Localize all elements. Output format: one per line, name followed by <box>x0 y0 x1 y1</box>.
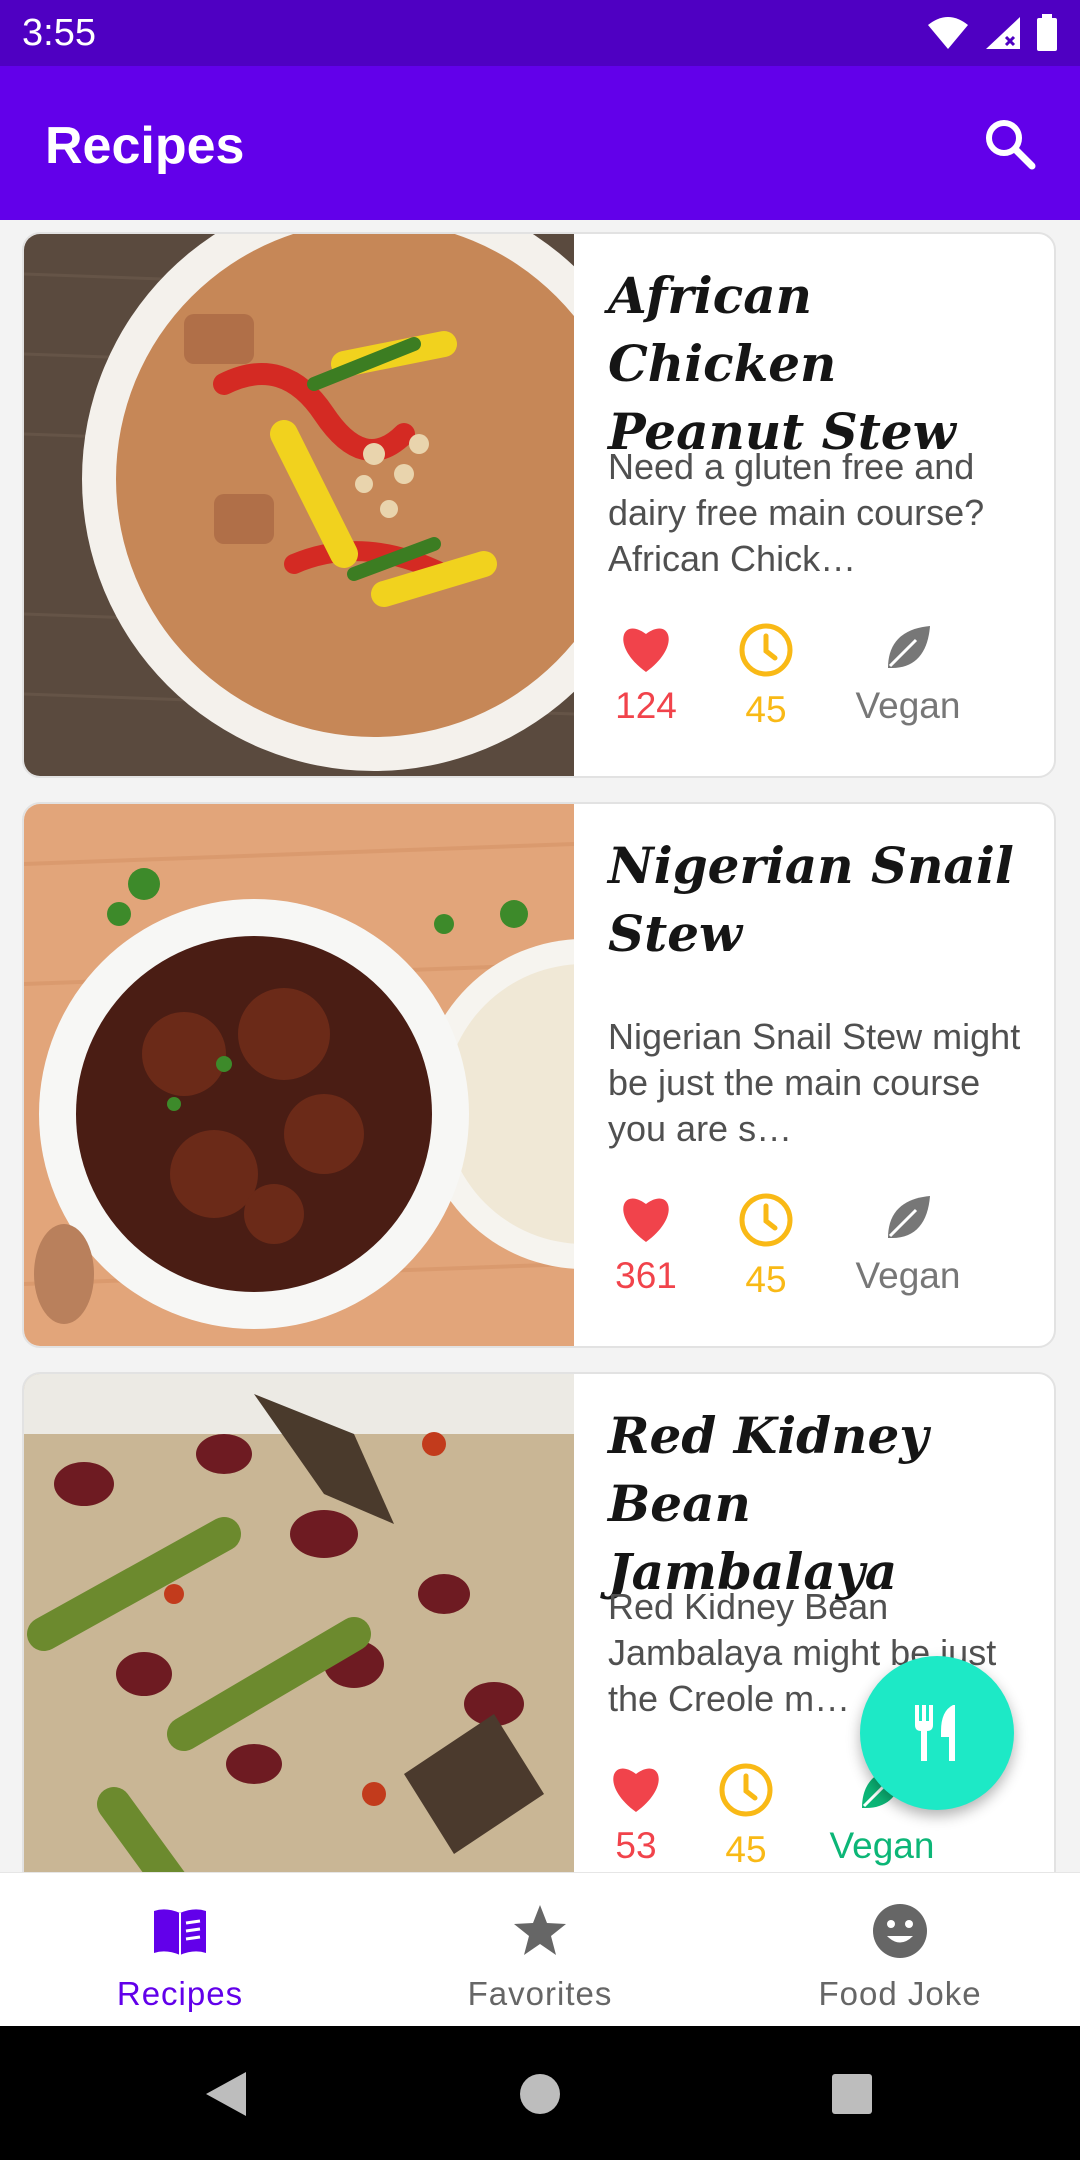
likes-stat: 124 <box>576 622 716 727</box>
vegan-label: Vegan <box>855 685 961 726</box>
recipe-description: Nigerian Snail Stew might be just the ma… <box>608 1016 1021 1149</box>
likes-stat: 361 <box>576 1192 716 1297</box>
page-title: Recipes <box>45 117 245 175</box>
recipe-stats: 361 45 Vegan <box>608 1192 1028 1312</box>
search-icon <box>986 120 1036 170</box>
nav-label: Favorites <box>467 1975 613 2012</box>
status-time: 3:55 <box>22 12 96 54</box>
recipe-image <box>24 234 574 776</box>
recipe-stats: 124 45 Vegan <box>608 622 1028 742</box>
back-icon[interactable] <box>204 2070 248 2118</box>
vegan-stat: Vegan <box>838 1192 978 1297</box>
battery-icon <box>1037 14 1057 51</box>
status-icons <box>926 14 1058 52</box>
minutes-count: 45 <box>725 1829 767 1870</box>
nav-item-food-joke[interactable]: Food Joke <box>720 1873 1080 2027</box>
status-bar: 3:55 <box>0 0 1080 66</box>
leaf-icon <box>888 1196 930 1238</box>
time-stat: 45 <box>696 1192 836 1301</box>
recents-icon[interactable] <box>830 2072 874 2116</box>
search-button[interactable] <box>980 114 1040 174</box>
time-stat: 45 <box>676 1762 816 1871</box>
leaf-icon <box>888 626 930 668</box>
clock-icon <box>739 1193 793 1247</box>
time-stat: 45 <box>696 622 836 731</box>
minutes-count: 45 <box>745 1259 787 1300</box>
food-fab-button[interactable] <box>860 1656 1014 1810</box>
recipe-image <box>24 804 574 1346</box>
restaurant-icon <box>915 1705 955 1761</box>
recipe-list[interactable]: African Chicken Peanut Stew Need a glute… <box>0 220 1080 1872</box>
system-navigation-bar <box>0 2026 1080 2160</box>
clock-icon <box>739 623 793 677</box>
clock-icon <box>719 1763 773 1817</box>
heart-icon <box>623 1198 669 1242</box>
recipe-image <box>24 1374 574 1872</box>
signal-icon <box>986 17 1020 49</box>
bottom-navigation: Recipes Favorites Food Joke <box>0 1872 1080 2027</box>
vegan-stat: Vegan <box>838 622 978 727</box>
recipe-title: Red Kidney Bean Jambalaya <box>608 1406 929 1601</box>
recipe-card[interactable]: African Chicken Peanut Stew Need a glute… <box>22 232 1056 778</box>
home-icon[interactable] <box>518 2072 562 2116</box>
heart-icon <box>613 1768 659 1812</box>
nav-item-recipes[interactable]: Recipes <box>0 1873 360 2027</box>
top-app-bar: Recipes <box>0 66 1080 220</box>
minutes-count: 45 <box>745 689 787 730</box>
recipe-card[interactable]: Nigerian Snail Stew Nigerian Snail Stew … <box>22 802 1056 1348</box>
nav-item-favorites[interactable]: Favorites <box>360 1873 720 2027</box>
recipe-title: African Chicken Peanut Stew <box>608 266 956 461</box>
recipe-title: Nigerian Snail Stew <box>608 836 1014 963</box>
vegan-label: Vegan <box>855 1255 961 1296</box>
smiley-icon <box>873 1904 927 1958</box>
likes-count: 361 <box>615 1255 677 1296</box>
recipe-description: Need a gluten free and dairy free main c… <box>608 446 985 579</box>
wifi-icon <box>928 17 968 49</box>
vegan-label: Vegan <box>829 1825 935 1866</box>
nav-label: Food Joke <box>818 1975 982 2012</box>
book-icon <box>154 1909 206 1955</box>
heart-icon <box>623 628 669 672</box>
star-icon <box>514 1905 566 1955</box>
nav-label: Recipes <box>116 1975 244 2012</box>
likes-count: 124 <box>615 685 677 726</box>
